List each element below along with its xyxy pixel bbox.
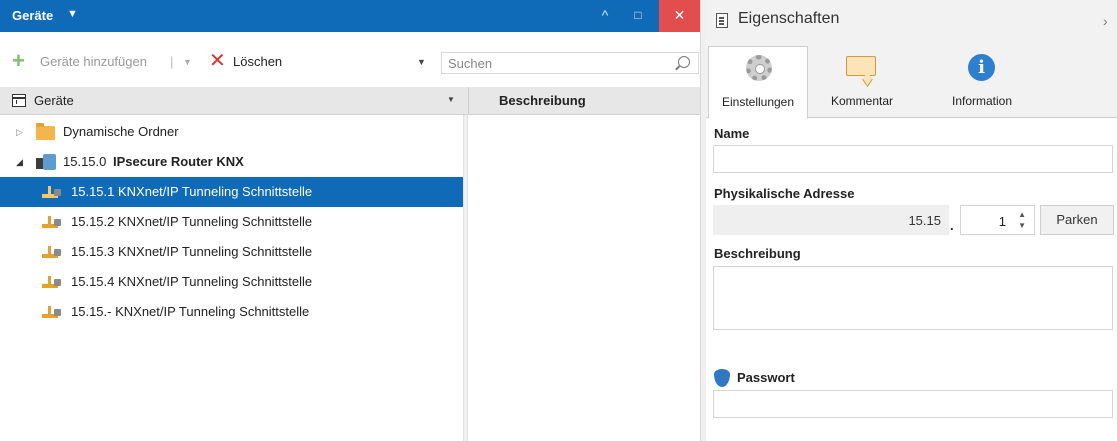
tab-information[interactable]: i Information — [932, 46, 1032, 118]
title-dropdown-icon[interactable]: ▼ — [67, 8, 78, 20]
devices-titlebar: Geräte ▼ ^ □ ✕ — [0, 0, 700, 32]
router-icon — [36, 154, 56, 170]
tree-item-tunnel-2[interactable]: 15.15.2 KNXnet/IP Tunneling Schnittstell… — [0, 207, 463, 237]
tree-item-dynamic-folders[interactable]: ▷ Dynamische Ordner — [0, 117, 463, 147]
description-label: Beschreibung — [714, 246, 801, 261]
tunnel-device-icon — [42, 306, 62, 320]
collapse-chevron-icon[interactable]: › — [1103, 13, 1108, 29]
expand-icon[interactable]: ▷ — [16, 117, 23, 147]
filter-dropdown-icon[interactable]: ▼ — [417, 47, 426, 77]
tree-item-address: 15.15.0 — [63, 154, 107, 169]
device-address-stepper[interactable]: 1 ▲ ▼ — [960, 205, 1035, 235]
tree-item-label: Dynamische Ordner — [63, 124, 179, 139]
tunnel-device-icon — [42, 246, 62, 260]
column-description[interactable]: Beschreibung — [468, 87, 700, 115]
column-devices[interactable]: Geräte ▼ — [0, 87, 468, 115]
devices-view-icon — [12, 94, 26, 107]
search-icon[interactable] — [678, 56, 690, 68]
tab-settings[interactable]: Einstellungen — [708, 46, 808, 119]
name-label: Name — [714, 126, 750, 141]
address-prefix-field: 15.15 — [713, 205, 949, 235]
tab-label: Einstellungen — [721, 95, 795, 109]
toolbar-separator: | — [170, 54, 174, 69]
tree-item-tunnel-1[interactable]: 15.15.1 KNXnet/IP Tunneling Schnittstell… — [0, 177, 463, 207]
search-input[interactable] — [448, 53, 668, 73]
password-field[interactable] — [713, 390, 1113, 418]
devices-panel: Geräte ▼ ^ □ ✕ + Geräte hinzufügen | ▼ ✕… — [0, 0, 700, 441]
delete-icon[interactable]: ✕ — [209, 47, 226, 77]
maximize-button[interactable]: □ — [626, 0, 650, 32]
close-button[interactable]: ✕ — [659, 0, 700, 32]
delete-button[interactable]: Löschen — [233, 47, 282, 77]
tree-item-tunnel-4[interactable]: 15.15.4 KNXnet/IP Tunneling Schnittstell… — [0, 267, 463, 297]
search-box — [441, 52, 699, 74]
add-icon[interactable]: + — [12, 47, 25, 77]
tunnel-device-icon — [42, 186, 62, 200]
comment-icon — [846, 56, 876, 76]
address-prefix: 15.15 — [908, 213, 941, 228]
tab-label: Information — [951, 94, 1013, 108]
tunnel-device-icon — [42, 276, 62, 290]
column-dropdown-icon[interactable]: ▼ — [447, 95, 455, 104]
tree-item-tunnel-3[interactable]: 15.15.3 KNXnet/IP Tunneling Schnittstell… — [0, 237, 463, 267]
address-separator: . — [950, 218, 954, 233]
folder-icon — [36, 123, 55, 140]
gear-icon — [746, 55, 772, 81]
tree-item-label: 15.15.2 KNXnet/IP Tunneling Schnittstell… — [71, 214, 313, 229]
spin-arrows-icon[interactable]: ▲ ▼ — [1018, 209, 1026, 231]
collapse-icon[interactable]: ◢ — [16, 147, 23, 177]
shield-icon — [714, 369, 730, 387]
description-column — [468, 115, 700, 441]
add-dropdown-icon[interactable]: ▼ — [183, 47, 192, 77]
tree-item-label: 15.15.- KNXnet/IP Tunneling Schnittstell… — [71, 304, 310, 319]
properties-icon — [716, 13, 728, 28]
description-field[interactable] — [713, 266, 1113, 330]
properties-panel: Eigenschaften › Einstellungen Kommentar … — [706, 0, 1117, 441]
column-header: Geräte ▼ Beschreibung — [0, 87, 700, 115]
park-button[interactable]: Parken — [1040, 205, 1114, 235]
tree-item-tunnel-5[interactable]: 15.15.- KNXnet/IP Tunneling Schnittstell… — [0, 297, 463, 327]
device-address-value: 1 — [998, 214, 1006, 229]
column-devices-label: Geräte — [34, 93, 74, 108]
tree-item-label: 15.15.3 KNXnet/IP Tunneling Schnittstell… — [71, 244, 313, 259]
properties-titlebar: Eigenschaften › — [706, 0, 1117, 40]
tree-item-label: 15.15.1 KNXnet/IP Tunneling Schnittstell… — [71, 184, 313, 199]
collapse-panel-button[interactable]: ^ — [593, 0, 617, 32]
tab-label: Kommentar — [830, 94, 894, 108]
tree-item-router[interactable]: ◢ 15.15.0 IPsecure Router KNX — [0, 147, 463, 177]
name-field[interactable] — [713, 145, 1113, 173]
info-icon: i — [968, 54, 995, 81]
tunnel-device-icon — [42, 216, 62, 230]
column-description-label: Beschreibung — [499, 93, 586, 108]
physical-address-label: Physikalische Adresse — [714, 186, 855, 201]
devices-title[interactable]: Geräte — [12, 8, 53, 23]
tab-comment[interactable]: Kommentar — [812, 46, 912, 118]
device-tree: ▷ Dynamische Ordner ◢ 15.15.0 IPsecure R… — [0, 115, 463, 441]
properties-tabs: Einstellungen Kommentar i Information — [706, 40, 1117, 119]
add-devices-button[interactable]: Geräte hinzufügen — [40, 47, 147, 77]
tree-item-label: IPsecure Router KNX — [113, 154, 244, 169]
password-label: Passwort — [737, 370, 795, 385]
properties-title: Eigenschaften — [738, 10, 840, 27]
tree-item-label: 15.15.4 KNXnet/IP Tunneling Schnittstell… — [71, 274, 313, 289]
